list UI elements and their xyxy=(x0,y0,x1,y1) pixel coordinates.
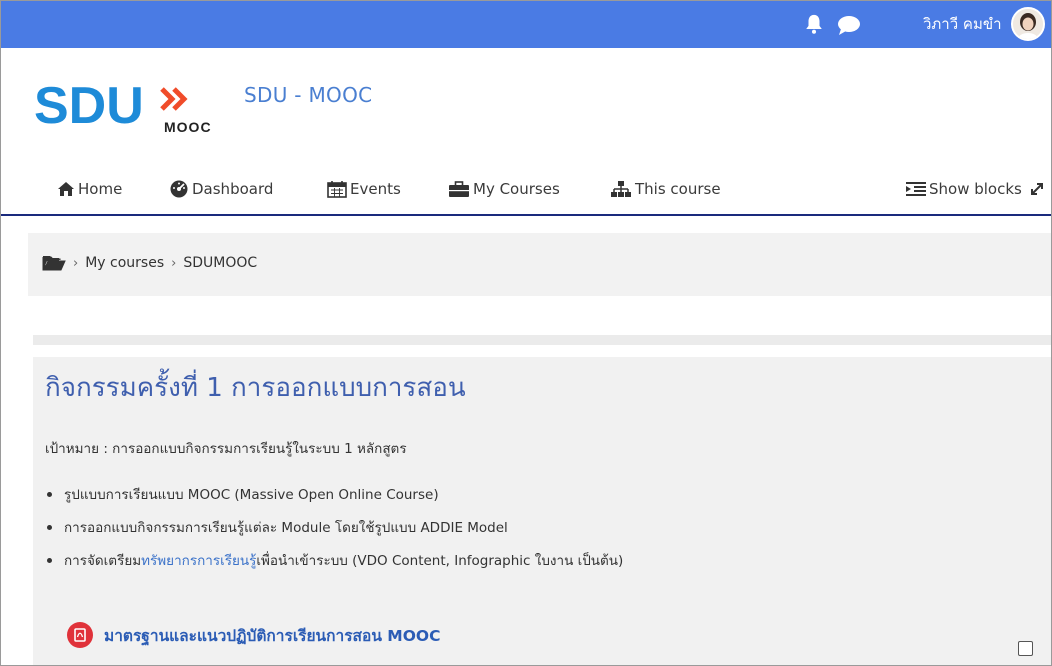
svg-text:MOOC: MOOC xyxy=(164,119,212,135)
nav-label: Home xyxy=(78,180,123,198)
pdf-icon xyxy=(67,622,93,648)
sitemap-icon xyxy=(611,181,631,197)
page-frame: วิภาวี คมขำ SDU MOOC SDU - MOOC Home Das… xyxy=(0,0,1052,666)
svg-text:SDU: SDU xyxy=(34,77,144,135)
nav-home[interactable]: Home xyxy=(57,178,122,200)
section-bullet-list: รูปแบบการเรียนแบบ MOOC (Massive Open Onl… xyxy=(45,479,623,578)
list-item: การจัดเตรียมทรัพยากรการเรียนรู้เพื่อนำเข… xyxy=(45,545,623,578)
nav-label: My Courses xyxy=(473,180,560,198)
folder-open-icon[interactable] xyxy=(42,254,66,272)
show-blocks-label: Show blocks xyxy=(929,180,1022,198)
site-title[interactable]: SDU - MOOC xyxy=(244,83,372,107)
top-navbar: วิภาวี คมขำ xyxy=(1,1,1051,48)
avatar[interactable] xyxy=(1011,7,1045,41)
home-icon xyxy=(58,182,74,196)
breadcrumb-separator: › xyxy=(171,255,177,271)
nav-label: Dashboard xyxy=(192,180,274,198)
chat-icon[interactable] xyxy=(836,14,862,36)
avatar-image xyxy=(1013,9,1043,39)
nav-label: This course xyxy=(635,180,721,198)
resources-link[interactable]: ทรัพยากรการเรียนรู้ xyxy=(141,553,256,569)
calendar-icon xyxy=(327,181,347,198)
nav-label: Events xyxy=(350,180,401,198)
section-divider xyxy=(33,335,1051,345)
list-item: รูปแบบการเรียนแบบ MOOC (Massive Open Onl… xyxy=(45,479,623,512)
nav-events[interactable]: Events xyxy=(327,178,401,200)
list-indent-icon xyxy=(906,182,926,196)
nav-divider xyxy=(1,214,1051,216)
dashboard-icon xyxy=(170,180,188,198)
activity-label[interactable]: มาตรฐานและแนวปฏิบัติการเรียนการสอน MOOC xyxy=(104,623,440,648)
course-section: กิจกรรมครั้งที่ 1 การออกแบบการสอน เป้าหม… xyxy=(33,357,1051,665)
user-name[interactable]: วิภาวี คมขำ xyxy=(923,14,1002,34)
expand-icon[interactable] xyxy=(1030,182,1044,196)
breadcrumb: › My courses › SDUMOOC xyxy=(28,233,1051,296)
main-nav: Home Dashboard Events My Courses This co… xyxy=(1,166,1051,214)
breadcrumb-my-courses[interactable]: My courses xyxy=(85,255,164,271)
section-title: กิจกรรมครั้งที่ 1 การออกแบบการสอน xyxy=(45,373,466,403)
breadcrumb-course[interactable]: SDUMOOC xyxy=(183,255,257,271)
site-logo[interactable]: SDU MOOC xyxy=(34,77,229,135)
breadcrumb-separator: › xyxy=(73,255,79,271)
list-item: การออกแบบกิจกรรมการเรียนรู้แต่ละ Module … xyxy=(45,512,623,545)
bell-icon[interactable] xyxy=(803,13,825,35)
activity-item[interactable]: มาตรฐานและแนวปฏิบัติการเรียนการสอน MOOC xyxy=(67,622,440,648)
section-goal: เป้าหมาย : การออกแบบกิจกรรมการเรียนรู้ใน… xyxy=(45,441,407,457)
nav-dashboard[interactable]: Dashboard xyxy=(169,178,273,200)
nav-my-courses[interactable]: My Courses xyxy=(448,178,560,200)
briefcase-icon xyxy=(449,181,469,197)
completion-checkbox[interactable] xyxy=(1018,641,1033,656)
nav-this-course[interactable]: This course xyxy=(610,178,721,200)
show-blocks-button[interactable]: Show blocks xyxy=(906,178,1047,200)
